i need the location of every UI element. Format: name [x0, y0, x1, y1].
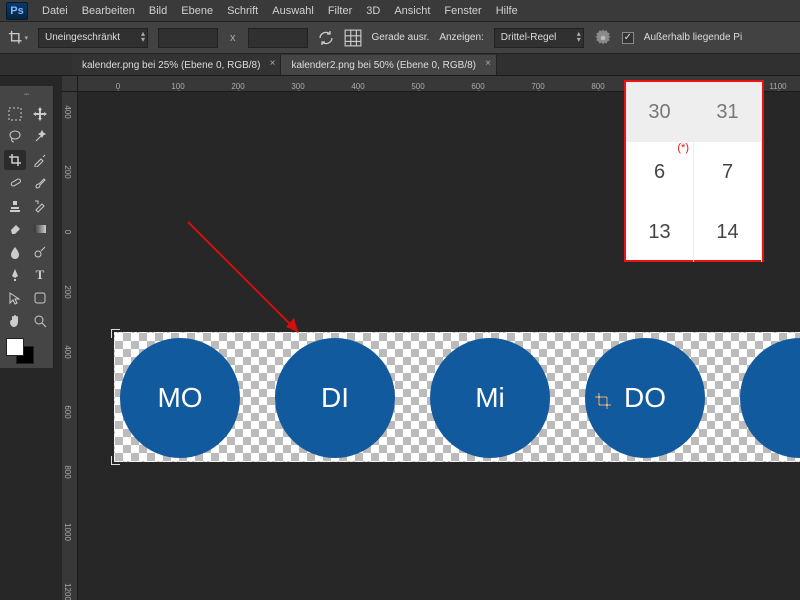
color-swatches[interactable] [4, 338, 51, 364]
menu-window[interactable]: Fenster [444, 5, 481, 17]
menu-view[interactable]: Ansicht [394, 5, 430, 17]
calendar-row: 6 (*) 7 [626, 142, 762, 202]
history-brush-tool[interactable] [29, 196, 51, 216]
panel-handle[interactable]: ┅ [4, 90, 51, 99]
menu-select[interactable]: Auswahl [272, 5, 314, 17]
day-circle-di: DI [275, 338, 395, 458]
app-logo: Ps [6, 2, 28, 20]
marquee-tool[interactable] [4, 104, 26, 124]
tab-kalender2[interactable]: kalender2.png bei 50% (Ebene 0, RGB/8)× [281, 55, 497, 75]
stamp-tool[interactable] [4, 196, 26, 216]
lasso-tool[interactable] [4, 127, 26, 147]
crop-settings-icon[interactable] [594, 29, 612, 47]
close-icon[interactable]: × [485, 58, 491, 69]
day-circle-mi: Mi [430, 338, 550, 458]
pen-tool[interactable] [4, 265, 26, 285]
hand-tool[interactable] [4, 311, 26, 331]
straighten-icon[interactable] [344, 29, 362, 47]
crop-tool-icon[interactable]: ▾ [8, 28, 28, 48]
event-marker: (*) [677, 142, 689, 154]
straighten-label: Gerade ausr. [372, 32, 430, 43]
swap-dimensions-button[interactable]: x [230, 32, 236, 44]
day-circle-mo: MO [120, 338, 240, 458]
eyedropper-tool[interactable] [29, 150, 51, 170]
menu-file[interactable]: Datei [42, 5, 68, 17]
calendar-row: 13 14 [626, 202, 762, 262]
calendar-cell: 13 [626, 202, 694, 262]
foreground-color[interactable] [6, 338, 24, 356]
annotation-arrow [178, 217, 318, 347]
overlay-preset[interactable]: Drittel-Regel▴▾ [494, 28, 584, 48]
calendar-cell: 6 (*) [626, 142, 694, 202]
calendar-cell: 30 [626, 82, 694, 142]
gradient-tool[interactable] [29, 219, 51, 239]
menu-layer[interactable]: Ebene [181, 5, 213, 17]
eraser-tool[interactable] [4, 219, 26, 239]
show-label: Anzeigen: [439, 32, 483, 43]
document-canvas[interactable]: MO DI Mi DO [114, 332, 800, 462]
crop-cursor-icon [594, 392, 612, 410]
path-select-tool[interactable] [4, 288, 26, 308]
close-icon[interactable]: × [270, 58, 276, 69]
menu-type[interactable]: Schrift [227, 5, 258, 17]
dodge-tool[interactable] [29, 242, 51, 262]
tab-kalender[interactable]: kalender.png bei 25% (Ebene 0, RGB/8)× [72, 55, 281, 75]
menu-bar: Ps Datei Bearbeiten Bild Ebene Schrift A… [0, 0, 800, 22]
calendar-cell: 31 [694, 82, 762, 142]
delete-cropped-checkbox[interactable] [622, 32, 634, 44]
crop-width-field[interactable] [158, 28, 218, 48]
heal-tool[interactable] [4, 173, 26, 193]
menu-filter[interactable]: Filter [328, 5, 352, 17]
crop-height-field[interactable] [248, 28, 308, 48]
menu-image[interactable]: Bild [149, 5, 167, 17]
cycle-orientation-icon[interactable] [318, 30, 334, 46]
day-circle-next [740, 338, 800, 458]
zoom-tool[interactable] [29, 311, 51, 331]
options-bar: ▾ Uneingeschränkt▴▾ x Gerade ausr. Anzei… [0, 22, 800, 54]
ruler-origin[interactable] [62, 76, 78, 92]
type-tool[interactable]: T [29, 265, 51, 285]
aspect-ratio-preset[interactable]: Uneingeschränkt▴▾ [38, 28, 148, 48]
document-tabs: kalender.png bei 25% (Ebene 0, RGB/8)× k… [0, 54, 800, 76]
calendar-overlay: 30 31 6 (*) 7 13 14 [624, 80, 764, 262]
ruler-vertical[interactable]: 400 200 0 200 400 600 800 1000 1200 [62, 92, 78, 600]
delete-cropped-label: Außerhalb liegende Pi [644, 32, 742, 43]
menu-edit[interactable]: Bearbeiten [82, 5, 135, 17]
move-tool[interactable] [29, 104, 51, 124]
toolbox: ┅ T [0, 86, 54, 368]
menu-3d[interactable]: 3D [366, 5, 380, 17]
wand-tool[interactable] [29, 127, 51, 147]
brush-tool[interactable] [29, 173, 51, 193]
menu-help[interactable]: Hilfe [496, 5, 518, 17]
crop-tool[interactable] [4, 150, 26, 170]
calendar-cell: 7 [694, 142, 762, 202]
calendar-row: 30 31 [626, 82, 762, 142]
blur-tool[interactable] [4, 242, 26, 262]
calendar-cell: 14 [694, 202, 762, 262]
shape-tool[interactable] [29, 288, 51, 308]
